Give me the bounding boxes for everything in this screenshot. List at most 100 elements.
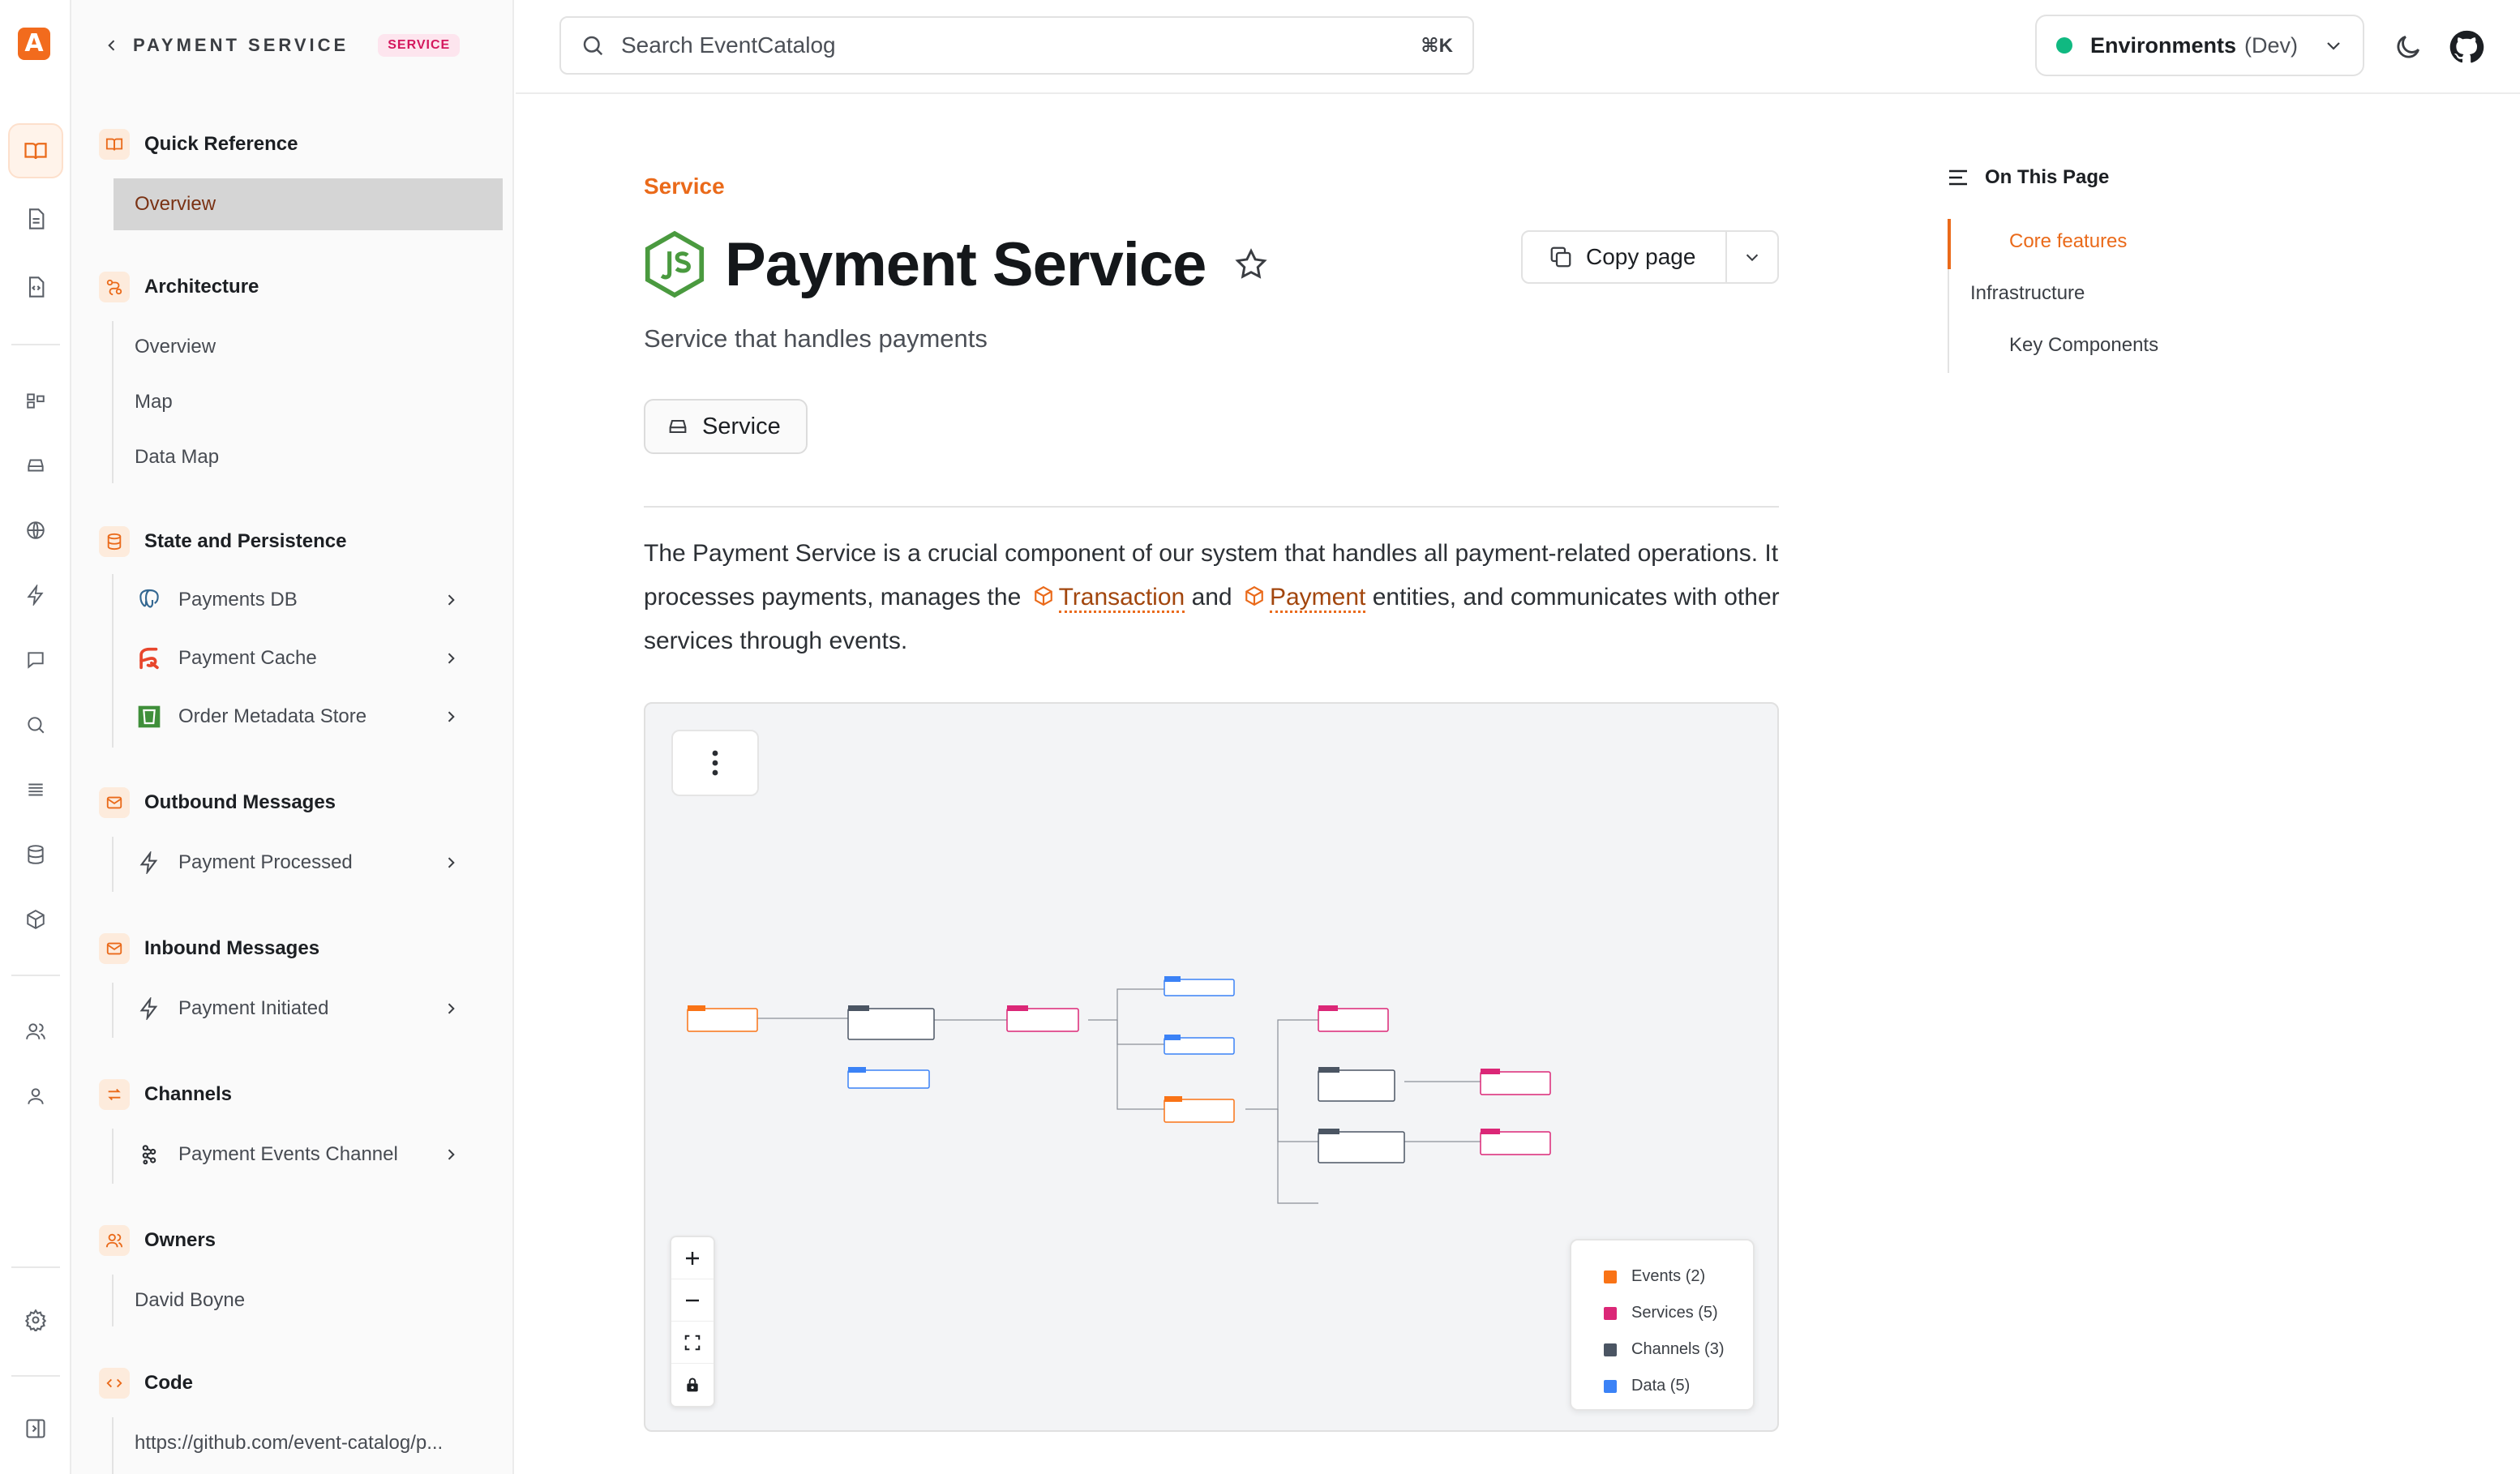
sidebar-item-code-link[interactable]: https://github.com/event-catalog/p... (114, 1417, 462, 1469)
sidebar-title: PAYMENT SERVICE (133, 35, 349, 55)
section-inbound-messages: Inbound Messages (99, 929, 319, 968)
search-nav-button[interactable] (8, 697, 63, 752)
more-vertical-icon (712, 750, 718, 776)
zoom-out-button[interactable] (671, 1279, 714, 1322)
user-nav-button[interactable] (8, 1069, 63, 1124)
toc-item-core-features[interactable]: Core features (2009, 230, 2127, 253)
file-icon (28, 208, 45, 229)
environment-value: (Dev) (2244, 32, 2299, 58)
redis-icon (135, 644, 164, 673)
legend-item-events[interactable]: Events (2) (1604, 1258, 1753, 1295)
diagram-node-billing-service[interactable] (1318, 1005, 1389, 1032)
icon-rail: A (0, 0, 71, 1474)
diagram-menu-button[interactable] (671, 730, 759, 796)
legend-item-channels[interactable]: Channels (3) (1604, 1331, 1753, 1368)
copy-page-button[interactable]: Copy page (1523, 232, 1727, 282)
service-tag[interactable]: Service (644, 399, 808, 454)
docs-nav-button[interactable] (8, 123, 63, 178)
diagram-node-payment-service[interactable] (1006, 1005, 1079, 1032)
file-code-icon (28, 276, 45, 298)
back-button[interactable] (104, 37, 133, 54)
book-icon (24, 143, 47, 160)
sidebar-item-payment-processed[interactable]: Payment Processed (114, 837, 462, 889)
entity-link-payment[interactable]: Payment (1269, 584, 1366, 613)
diagram-node-payment-events-channel[interactable] (847, 1005, 935, 1040)
section-label: Channels (144, 1083, 233, 1105)
search-input[interactable]: Search EventCatalog ⌘K (559, 16, 1474, 75)
star-icon (1235, 248, 1268, 279)
section-channels: Channels (99, 1075, 232, 1114)
favorite-button[interactable] (1233, 246, 1269, 282)
fullscreen-icon (684, 1335, 701, 1350)
environment-label: Environments (2090, 32, 2237, 58)
list-nav-button[interactable] (8, 762, 63, 817)
sidebar: PAYMENT SERVICE SERVICE Quick Reference … (71, 0, 514, 1474)
settings-nav-button[interactable] (8, 1292, 63, 1348)
section-label: Outbound Messages (144, 791, 336, 813)
message-icon (28, 652, 44, 669)
storage-bucket-icon (135, 702, 164, 731)
lock-view-button[interactable] (671, 1364, 714, 1406)
zoom-in-button[interactable] (671, 1237, 714, 1279)
diagram-node-payment-cache[interactable] (1164, 1035, 1235, 1055)
copy-options-dropdown[interactable] (1727, 248, 1777, 266)
search-placeholder: Search EventCatalog (621, 32, 836, 58)
database-nav-button[interactable] (8, 827, 63, 882)
teams-nav-button[interactable] (8, 1004, 63, 1059)
sidebar-item-payments-db[interactable]: Payments DB (114, 574, 462, 626)
environment-selector[interactable]: Environments (Dev) (2035, 15, 2364, 76)
domains-nav-button[interactable] (8, 373, 63, 428)
entities-nav-button[interactable] (8, 892, 63, 947)
legend-item-services[interactable]: Services (5) (1604, 1295, 1753, 1331)
sidebar-item-map[interactable]: Map (114, 376, 462, 428)
diagram-node-notifications-service[interactable] (1480, 1069, 1551, 1095)
sidebar-item-payment-events-channel[interactable]: Payment Events Channel (114, 1129, 462, 1180)
sidebar-item-data-map[interactable]: Data Map (114, 431, 462, 483)
chevron-right-icon (443, 592, 462, 608)
eventcatalog-logo[interactable]: A (18, 28, 50, 60)
diagram-node-payments-db[interactable] (1164, 976, 1235, 996)
sidebar-item-payment-initiated[interactable]: Payment Initiated (114, 983, 462, 1035)
entity-link-transaction[interactable]: Transaction (1058, 584, 1185, 613)
lightning-icon (135, 848, 164, 877)
nodejs-icon (645, 230, 705, 298)
chat-nav-button[interactable] (8, 632, 63, 688)
diagram-node-orders-domain-events[interactable] (1318, 1129, 1405, 1163)
diagram-node-order-metadata-store[interactable] (847, 1067, 930, 1089)
diagram-node-notifications-queue[interactable] (1318, 1067, 1395, 1102)
diagram-zoom-controls (670, 1236, 715, 1408)
page-nav-button[interactable] (8, 191, 63, 246)
diagram-node-payment-processed[interactable] (1164, 1096, 1235, 1123)
section-label: Code (144, 1372, 193, 1394)
lightning-icon (135, 994, 164, 1023)
top-bar: Search EventCatalog ⌘K Environments (Dev… (516, 0, 2520, 94)
sidebar-item-overview[interactable]: Overview (114, 178, 503, 230)
github-link[interactable] (2447, 28, 2486, 66)
service-badge: SERVICE (378, 34, 461, 57)
toc-item-key-components[interactable]: Key Components (2009, 334, 2158, 357)
theme-toggle-button[interactable] (2389, 28, 2428, 66)
diagram-node-payment-initiated[interactable] (687, 1005, 758, 1032)
user-icon (28, 1088, 44, 1104)
architecture-diagram[interactable]: Events (2) Services (5) Channels (3) Dat… (644, 702, 1779, 1432)
diagram-node-shipping-service[interactable] (1480, 1129, 1551, 1155)
code-icon (99, 1368, 130, 1399)
legend-item-data[interactable]: Data (5) (1604, 1368, 1753, 1404)
code-file-nav-button[interactable] (8, 259, 63, 315)
copy-page-control: Copy page (1521, 230, 1779, 284)
search-icon (28, 717, 45, 734)
plus-icon (686, 1251, 699, 1265)
fit-view-button[interactable] (671, 1322, 714, 1364)
collapse-sidebar-button[interactable] (8, 1401, 63, 1456)
sidebar-item-owner[interactable]: David Boyne (114, 1275, 462, 1326)
sidebar-item-order-metadata-store[interactable]: Order Metadata Store (114, 691, 462, 743)
events-nav-button[interactable] (8, 568, 63, 623)
section-owners: Owners (99, 1221, 216, 1260)
sidebar-item-payment-cache[interactable]: Payment Cache (114, 632, 462, 684)
book-icon (99, 129, 130, 160)
services-nav-button[interactable] (8, 438, 63, 493)
toc-item-infrastructure[interactable]: Infrastructure (1970, 282, 2085, 305)
sidebar-item-architecture-overview[interactable]: Overview (114, 321, 462, 373)
database-icon (28, 845, 44, 864)
globe-nav-button[interactable] (8, 503, 63, 558)
